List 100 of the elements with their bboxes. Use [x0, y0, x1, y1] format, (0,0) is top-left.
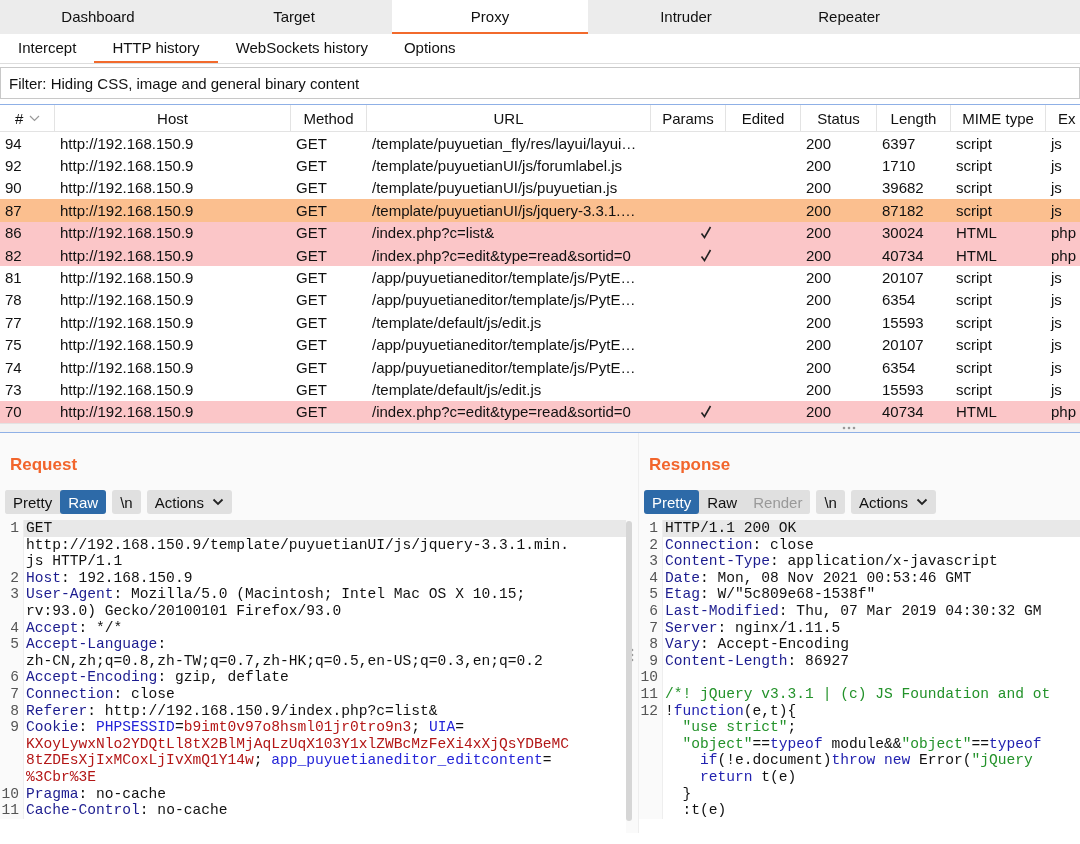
- table-row[interactable]: 81 http://192.168.150.9 GET /app/puyuetianeditor/template/js/PytE… 200 20107 script js: [0, 266, 1080, 289]
- table-cell-text: 39682: [881, 179, 925, 197]
- table-cell-text: 20107: [881, 336, 925, 354]
- table-cell-text: 6397: [881, 134, 917, 152]
- table-row[interactable]: 70 http://192.168.150.9 GET /index.php?c=edit&type=read&sortid=0 200 40734 HTML php: [0, 400, 1080, 424]
- table-cell-text: GET: [295, 269, 328, 287]
- table-cell-text: GET: [295, 358, 328, 376]
- table-cell-text: script: [955, 201, 993, 219]
- table-row[interactable]: 86 http://192.168.150.9 GET /index.php?c=list& 200 30024 HTML php: [0, 221, 1080, 244]
- table-cell-text: 6354: [881, 358, 917, 376]
- table-cell-text: http://192.168.150.9: [59, 269, 195, 287]
- table-row[interactable]: 90 http://192.168.150.9 GET /template/puyuetianUI/js/puyuetian.js 200 39682 script js: [0, 176, 1080, 200]
- column-header[interactable]: URL: [367, 105, 651, 131]
- tab[interactable]: Dashboard: [0, 0, 196, 34]
- actions-dropdown[interactable]: Actions: [146, 490, 232, 515]
- view-toggle[interactable]: Raw: [60, 490, 107, 515]
- table-cell-text: js: [1049, 134, 1063, 152]
- tab[interactable]: WebSockets history: [217, 34, 386, 63]
- table-cell-text: GET: [295, 246, 328, 264]
- column-header[interactable]: Params: [651, 105, 726, 131]
- table-cell-text: 200: [805, 157, 833, 175]
- table-row[interactable]: 74 http://192.168.150.9 GET /app/puyuetianeditor/template/js/PytE… 200 6354 script js: [0, 355, 1080, 379]
- table-cell-text: GET: [295, 134, 328, 152]
- table-cell-text: 92: [4, 157, 23, 175]
- table-cell-text: http://192.168.150.9: [59, 201, 195, 219]
- view-toggle[interactable]: Pretty: [644, 490, 700, 515]
- column-header[interactable]: Length: [877, 105, 951, 131]
- table-cell-text: GET: [295, 336, 328, 354]
- table-row[interactable]: 87 http://192.168.150.9 GET /template/puyuetianUI/js/jquery-3.3.1.… 200 87182 script js: [0, 199, 1080, 222]
- table-cell-text: GET: [295, 224, 328, 242]
- table-cell-text: /index.php?c=list&: [371, 224, 496, 242]
- panel-title: Request: [9, 454, 79, 477]
- code-line: Cache-Control: no-cache: [26, 802, 228, 819]
- drag-handle-icon[interactable]: [630, 648, 634, 663]
- tab[interactable]: Intruder: [588, 0, 784, 34]
- table-row[interactable]: 77 http://192.168.150.9 GET /template/default/js/edit.js 200 15593 script js: [0, 311, 1080, 334]
- table-cell-text: GET: [295, 201, 328, 219]
- code-line: }: [681, 785, 692, 802]
- column-header[interactable]: Edited: [726, 105, 801, 131]
- drag-handle-icon[interactable]: [842, 426, 856, 431]
- table-cell-text: /index.php?c=edit&type=read&sortid=0: [371, 246, 632, 264]
- code-line: Accept: */*: [26, 619, 123, 636]
- code-line: Accept-Language:: [26, 636, 167, 653]
- table-cell-text: 200: [805, 358, 833, 376]
- code-line: User-Agent: Mozilla/5.0 (Macintosh; Intel Mac OS X 10.15;: [26, 586, 526, 603]
- table-cell-text: script: [955, 358, 993, 376]
- column-header[interactable]: #: [0, 105, 55, 131]
- table-cell-text: /index.php?c=edit&type=read&sortid=0: [371, 403, 632, 421]
- table-row[interactable]: 75 http://192.168.150.9 GET /app/puyuetianeditor/template/js/PytE… 200 20107 script js: [0, 333, 1080, 356]
- table-row[interactable]: 94 http://192.168.150.9 GET /template/puyuetian_fly/res/layui/layui… 200 6397 script js: [0, 132, 1080, 155]
- table-cell-text: 70: [4, 403, 23, 421]
- tab[interactable]: Intercept: [0, 34, 95, 63]
- table-cell-text: 81: [4, 269, 23, 287]
- tab[interactable]: HTTP history: [94, 34, 218, 63]
- tab[interactable]: Proxy: [392, 0, 588, 34]
- table-cell-text: /template/default/js/edit.js: [371, 381, 543, 398]
- table-cell-text: 200: [805, 269, 833, 287]
- filter-bar[interactable]: Filter: Hiding CSS, image and general binary content: [0, 67, 1080, 99]
- table-cell-text: 87: [4, 201, 23, 219]
- tab[interactable]: Options: [385, 34, 474, 63]
- column-header[interactable]: Ex: [1046, 105, 1080, 131]
- code-line: Connection: close: [26, 686, 175, 702]
- table-cell-text: script: [955, 291, 993, 309]
- table-row[interactable]: 92 http://192.168.150.9 GET /template/puyuetianUI/js/forumlabel.js 200 1710 script js: [0, 154, 1080, 177]
- table-cell-text: /template/puyuetianUI/js/forumlabel.js: [371, 157, 624, 175]
- table-cell-text: /template/default/js/edit.js: [371, 313, 543, 331]
- table-row[interactable]: 73 http://192.168.150.9 GET /template/default/js/edit.js 200 15593 script js: [0, 378, 1080, 401]
- code-line: Last-Modified: Thu, 07 Mar 2019 04:30:32 GM: [665, 603, 1042, 620]
- table-cell-text: 74: [4, 358, 23, 376]
- code-line: KXoyLywxNlo2YDQtLl8tX2BlMjAqLzUqX103Y1xlZWBcMzFeXi4xXjQsYDBeMC: [26, 735, 569, 752]
- table-cell-text: js: [1049, 179, 1063, 197]
- table-row[interactable]: 78 http://192.168.150.9 GET /app/puyuetianeditor/template/js/PytE… 200 6354 script js: [0, 288, 1080, 312]
- line-number: 6: [0, 669, 24, 686]
- line-number: 3: [0, 586, 24, 620]
- table-cell-text: js: [1049, 291, 1063, 309]
- newline-toggle[interactable]: \n: [112, 490, 141, 515]
- tab[interactable]: Target: [196, 0, 392, 34]
- caret-icon: [211, 498, 224, 507]
- table-cell-text: script: [955, 381, 993, 398]
- line-number: 12: [639, 702, 663, 819]
- code-line: Pragma: no-cache: [26, 785, 167, 802]
- column-header[interactable]: Status: [801, 105, 877, 131]
- actions-dropdown[interactable]: Actions: [850, 490, 937, 515]
- code-line: Etag: W/"5c809e68-1538f": [665, 586, 876, 603]
- table-cell-text: 87182: [881, 201, 925, 219]
- caret-icon: [916, 498, 929, 507]
- table-cell-text: http://192.168.150.9: [59, 336, 195, 354]
- line-number: 1: [0, 520, 24, 570]
- line-number: 10: [639, 669, 663, 686]
- tab[interactable]: Repeater: [784, 0, 884, 34]
- line-number: 11: [0, 802, 24, 819]
- line-number: 6: [639, 603, 663, 620]
- table-cell-text: php: [1050, 403, 1078, 421]
- column-header[interactable]: MIME type: [951, 105, 1046, 131]
- table-row[interactable]: 82 http://192.168.150.9 GET /index.php?c=edit&type=read&sortid=0 200 40734 HTML php: [0, 243, 1080, 267]
- column-header[interactable]: Method: [291, 105, 367, 131]
- table-cell-text: 40734: [881, 246, 925, 264]
- newline-toggle[interactable]: \n: [816, 490, 845, 515]
- table-cell-text: GET: [295, 291, 328, 309]
- column-header[interactable]: Host: [55, 105, 291, 131]
